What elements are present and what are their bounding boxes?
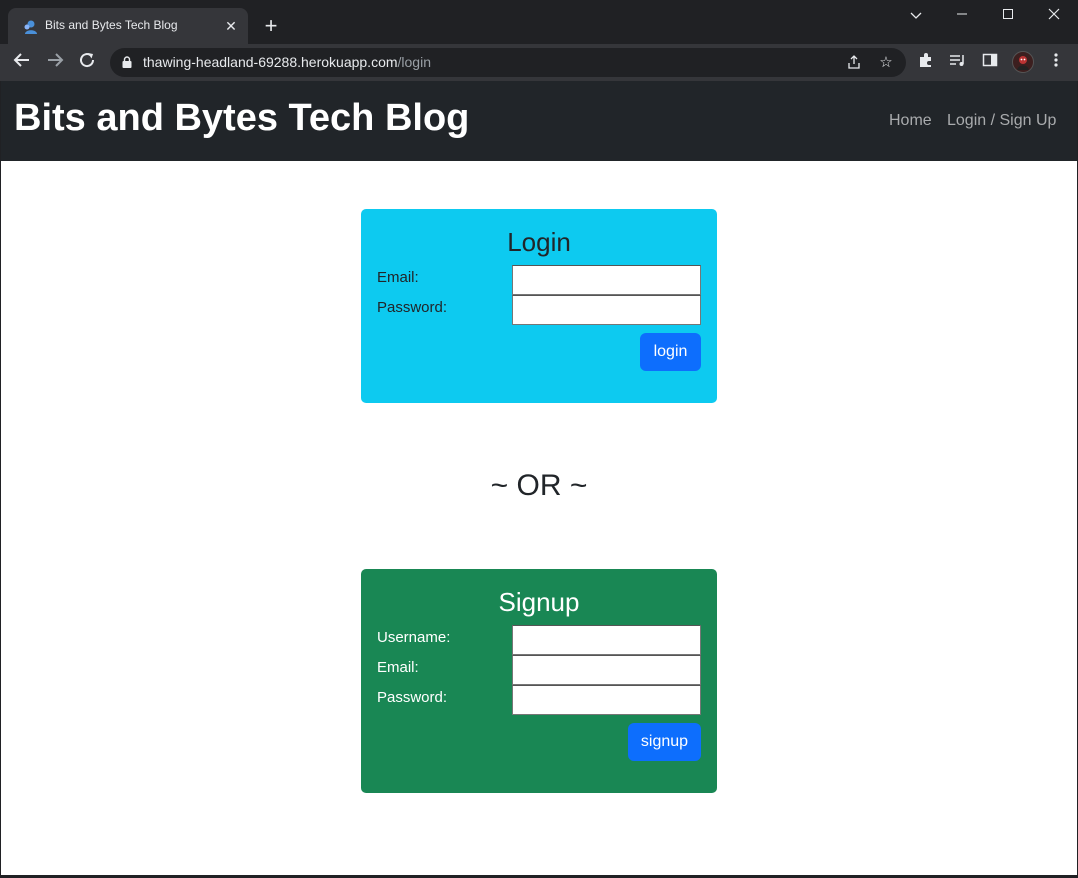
reload-icon[interactable] [76, 51, 98, 73]
browser-tab[interactable]: Bits and Bytes Tech Blog ✕ [8, 8, 248, 44]
login-email-input[interactable] [512, 265, 701, 295]
browser-toolbar: thawing-headland-69288.herokuapp.com/log… [0, 44, 1078, 81]
back-icon[interactable] [11, 51, 33, 73]
bookmark-star-icon[interactable]: ☆ [877, 54, 895, 72]
login-password-input[interactable] [512, 295, 701, 325]
maximize-icon[interactable] [997, 6, 1019, 26]
login-title: Login [507, 227, 571, 257]
close-window-icon[interactable] [1043, 6, 1065, 26]
tab-title: Bits and Bytes Tech Blog [45, 18, 178, 32]
share-icon[interactable] [845, 54, 863, 72]
lock-icon [122, 56, 132, 68]
nav-link-home[interactable]: Home [889, 112, 932, 130]
profile-avatar[interactable] [1012, 51, 1034, 73]
login-password-label: Password: [377, 299, 448, 316]
site-brand[interactable]: Bits and Bytes Tech Blog [14, 97, 469, 140]
signup-button[interactable]: signup [628, 723, 701, 761]
side-panel-icon[interactable] [980, 52, 1000, 72]
favicon-icon [24, 20, 37, 34]
tab-search-icon[interactable] [905, 6, 927, 26]
address-bar[interactable]: thawing-headland-69288.herokuapp.com/log… [110, 48, 906, 77]
signup-email-input[interactable] [512, 655, 701, 685]
page-viewport: Bits and Bytes Tech Blog Home Login / Si… [1, 81, 1077, 875]
forward-icon[interactable] [44, 51, 66, 73]
or-separator: ~ OR ~ [490, 469, 588, 502]
url-text: thawing-headland-69288.herokuapp.com/log… [143, 54, 431, 70]
login-button[interactable]: login [640, 333, 701, 371]
signup-card: Signup Username: Email: Password: signup [361, 569, 717, 793]
minimize-icon[interactable] [951, 6, 973, 26]
extensions-icon[interactable] [916, 52, 936, 72]
signup-email-label: Email: [377, 659, 419, 676]
login-email-label: Email: [377, 269, 419, 286]
signup-password-input[interactable] [512, 685, 701, 715]
new-tab-icon[interactable]: + [260, 15, 282, 38]
site-navbar: Bits and Bytes Tech Blog Home Login / Si… [1, 81, 1077, 161]
menu-kebab-icon[interactable] [1046, 52, 1066, 72]
login-card: Login Email: Password: login [361, 209, 717, 403]
signup-title: Signup [498, 587, 580, 617]
nav-link-login-signup[interactable]: Login / Sign Up [947, 112, 1056, 130]
signup-username-label: Username: [377, 629, 451, 646]
media-queue-icon[interactable] [948, 52, 968, 72]
tab-close-icon[interactable]: ✕ [222, 17, 240, 35]
tab-strip: Bits and Bytes Tech Blog ✕ + [0, 0, 1078, 44]
browser-window: Bits and Bytes Tech Blog ✕ + thawing-hea… [0, 0, 1078, 878]
signup-username-input[interactable] [512, 625, 701, 655]
signup-password-label: Password: [377, 689, 448, 706]
